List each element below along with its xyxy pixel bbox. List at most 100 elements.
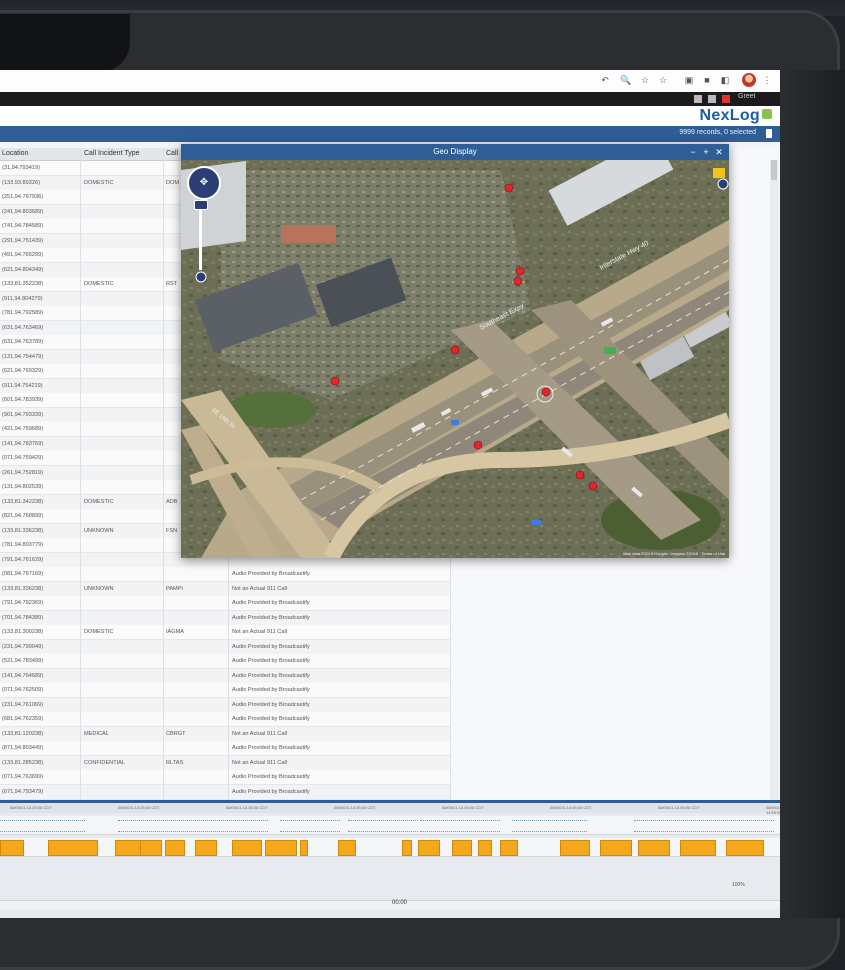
table-row[interactable]: (231,94.799049) Audio Provided by Broadca…: [0, 639, 450, 655]
table-row[interactable]: (081,94.767169) Audio Provided by Broadca…: [0, 567, 450, 582]
ext-grid-icon[interactable]: [694, 95, 702, 103]
timeline-current-time: 00:00: [392, 900, 408, 906]
table-row[interactable]: (071,94.763699) Audio Provided by Broadca…: [0, 770, 450, 785]
scrollbar-thumb[interactable]: [771, 160, 777, 180]
records-count: 9999 records, 0 selected: [679, 129, 756, 136]
logo-leaf-icon: [762, 109, 772, 119]
audio-clip[interactable]: [338, 840, 356, 856]
table-row[interactable]: (133,81.300238) DOMESTIC IAGMA Not an Actua…: [0, 625, 450, 640]
audio-waveform[interactable]: [280, 820, 340, 832]
audio-waveform[interactable]: [0, 820, 85, 832]
table-row[interactable]: (231,94.761069) Audio Provided by Broadca…: [0, 697, 450, 713]
map-attribution: Map data ©2019 Google · Imagery ©2019 · …: [623, 551, 725, 556]
cell-location: (791,94.792369): [2, 600, 44, 606]
timeline-lane-1[interactable]: [0, 816, 780, 835]
bookmark-icon[interactable]: ☆: [640, 75, 650, 85]
audio-clip[interactable]: [0, 840, 24, 856]
window-icon[interactable]: ◧: [720, 75, 730, 85]
audio-clip[interactable]: [232, 840, 262, 856]
cell-note: Audio Provided by Broadcastify: [232, 788, 310, 795]
column-header-location[interactable]: Location: [2, 150, 28, 157]
timeline-lane-2[interactable]: [0, 838, 780, 857]
table-row[interactable]: (133,81.336238) UNKNOWN PAMPI Not an Actual…: [0, 581, 450, 597]
audio-clip[interactable]: [680, 840, 716, 856]
audio-waveform[interactable]: [118, 820, 268, 832]
cell-note: Audio Provided by Broadcastify: [232, 614, 310, 621]
audio-clip[interactable]: [402, 840, 412, 856]
ruler-tick-label: 08/09/21 14:20:00 CDT: [10, 805, 52, 810]
audio-waveform[interactable]: [420, 820, 500, 832]
satellite-map[interactable]: Southeast Expy Interstate Hwy 40 SE 15th…: [181, 160, 729, 558]
cell-note: Audio Provided by Broadcastify: [232, 701, 310, 708]
ext-square-icon[interactable]: [708, 95, 716, 103]
zoom-slider[interactable]: [199, 200, 202, 270]
column-header-call[interactable]: Call: [166, 150, 178, 157]
audio-waveform[interactable]: [512, 820, 587, 832]
table-row[interactable]: (871,94.803449) Audio Provided by Broadca…: [0, 741, 450, 756]
cell-location: (133,81.300238): [2, 629, 44, 635]
maximize-button[interactable]: +: [700, 146, 712, 158]
audio-clip[interactable]: [115, 840, 141, 856]
table-row[interactable]: (133,81.285238) CONFIDENTIAL RLTAS Not an A…: [0, 755, 450, 771]
table-row[interactable]: (521,94.783499) Audio Provided by Broadca…: [0, 654, 450, 669]
cell-call-code: CBRGT: [166, 730, 186, 737]
cell-location: (911,94.804279): [2, 295, 43, 302]
audio-clip[interactable]: [638, 840, 670, 856]
audio-clip[interactable]: [48, 840, 98, 856]
audio-clip[interactable]: [600, 840, 632, 856]
audio-waveform[interactable]: [634, 820, 774, 832]
timeline-footer: [0, 900, 780, 909]
audio-waveform[interactable]: [348, 820, 418, 832]
audio-clip[interactable]: [265, 840, 297, 856]
pan-control-icon[interactable]: ✥: [187, 166, 221, 200]
audio-clip[interactable]: [726, 840, 764, 856]
puzzle-icon[interactable]: ■: [702, 75, 712, 85]
audio-clip[interactable]: [560, 840, 590, 856]
star-icon[interactable]: ☆: [658, 75, 668, 85]
geo-display-window[interactable]: Geo Display − + ✕ Southeast Expy Interst…: [181, 144, 729, 558]
cell-call-code: IAGMA: [166, 629, 185, 635]
table-row[interactable]: (071,94.762509) Audio Provided by Broadca…: [0, 683, 450, 698]
audio-clip[interactable]: [300, 840, 308, 856]
records-title-bar: 9999 records, 0 selected: [0, 126, 780, 142]
document-icon[interactable]: [766, 129, 772, 138]
table-row[interactable]: (133,81.120238) MEDICAL CBRGT Not an Actual…: [0, 726, 450, 742]
avatar[interactable]: [742, 73, 756, 87]
cell-incident-type: CONFIDENTIAL: [84, 759, 126, 766]
audio-clip[interactable]: [418, 840, 440, 856]
cell-location: (781,94.792589): [2, 310, 44, 316]
timeline-ruler: 08/09/21 14:20:00 CDT 08/09/21 14:25:00 C…: [0, 803, 780, 820]
cell-location: (291,94.751439): [2, 237, 44, 244]
audio-clip[interactable]: [500, 840, 518, 856]
table-row[interactable]: (791,94.792369) Audio Provided by Broadca…: [0, 596, 450, 611]
table-row[interactable]: (141,94.764689) Audio Provided by Broadca…: [0, 668, 450, 684]
audio-clip[interactable]: [140, 840, 162, 856]
table-row[interactable]: (681,94.762359) Audio Provided by Broadca…: [0, 712, 450, 727]
cell-location: (521,94.783499): [2, 658, 44, 664]
cell-incident-type: UNKNOWN: [84, 527, 114, 534]
extension-icon[interactable]: ▣: [684, 75, 694, 85]
bezel-shadow: [0, 14, 130, 72]
cell-location: (681,94.762359): [2, 716, 44, 722]
vertical-scrollbar[interactable]: [770, 160, 778, 860]
geo-display-title[interactable]: Geo Display: [181, 144, 729, 160]
ext-alert-icon[interactable]: [722, 95, 730, 103]
zoom-slider-handle[interactable]: [194, 200, 208, 210]
audio-clip[interactable]: [195, 840, 217, 856]
timeline-zoom[interactable]: 100%: [732, 882, 745, 888]
back-icon[interactable]: ↶: [600, 75, 610, 85]
cell-location: (133,81.352238): [2, 281, 44, 287]
audio-clip[interactable]: [478, 840, 492, 856]
search-icon[interactable]: 🔍: [620, 75, 631, 85]
ruler-tick-label: 08/09/21 14:35:00 CDT: [334, 805, 376, 810]
audio-clip[interactable]: [165, 840, 185, 856]
audio-timeline: 08/09/21 14:20:00 CDT 08/09/21 14:25:00 C…: [0, 800, 780, 918]
table-row[interactable]: (071,94.793479) Audio Provided by Broadca…: [0, 784, 450, 800]
column-header-incident-type[interactable]: Call Incident Type: [84, 150, 140, 157]
close-button[interactable]: ✕: [713, 146, 725, 158]
menu-kebab-icon[interactable]: ⋮: [762, 75, 772, 85]
cell-call-code: PAMPI: [166, 585, 183, 592]
audio-clip[interactable]: [452, 840, 472, 856]
minimize-button[interactable]: −: [687, 146, 699, 158]
table-row[interactable]: (701,94.784389) Audio Provided by Broadca…: [0, 610, 450, 626]
